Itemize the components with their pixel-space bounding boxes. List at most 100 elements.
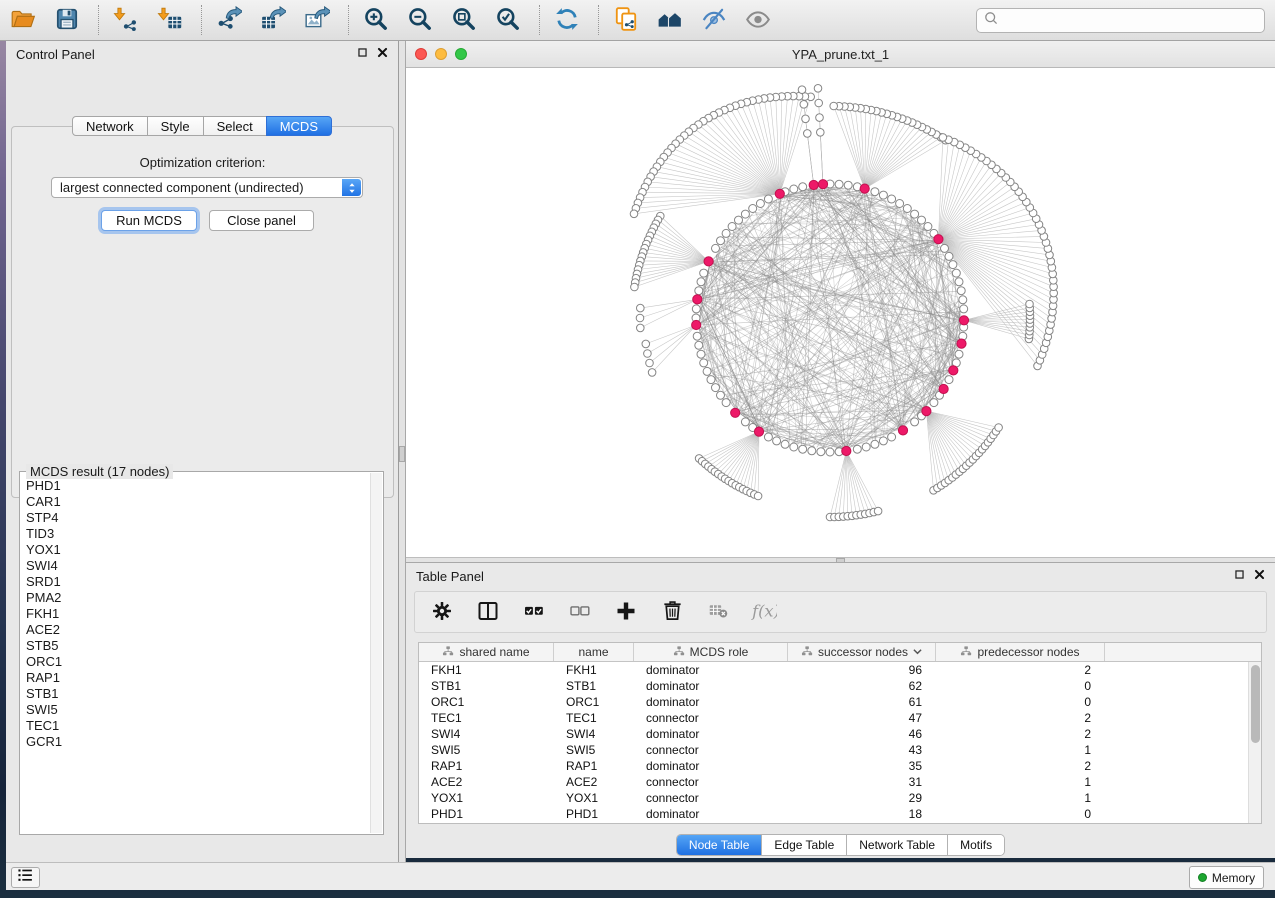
table-cell: SWI5 (419, 742, 554, 758)
clear-checks-icon (569, 600, 591, 625)
mcds-result-item[interactable]: PMA2 (23, 590, 369, 606)
table-cell: 61 (788, 694, 936, 710)
table-row[interactable]: PHD1PHD1dominator180 (419, 806, 1261, 822)
memory-status-icon (1198, 873, 1207, 882)
mcds-result-item[interactable]: TID3 (23, 526, 369, 542)
table-row[interactable]: STB1STB1dominator620 (419, 678, 1261, 694)
export-table-button[interactable] (256, 3, 290, 37)
column-label: shared name (459, 645, 529, 659)
table-scrollbar[interactable] (1248, 662, 1261, 823)
main-toolbar (0, 0, 1275, 41)
mcds-result-item[interactable]: SRD1 (23, 574, 369, 590)
show-details-button[interactable] (741, 3, 775, 37)
mcds-result-item[interactable]: ACE2 (23, 622, 369, 638)
table-cell: dominator (634, 806, 788, 822)
tab-motifs[interactable]: Motifs (948, 835, 1004, 855)
gear-button[interactable] (427, 597, 457, 627)
column-header-predecessor-nodes[interactable]: predecessor nodes (936, 643, 1105, 661)
add-column-button[interactable] (611, 597, 641, 627)
tab-mcds[interactable]: MCDS (266, 116, 332, 136)
table-row[interactable]: ORC1ORC1dominator610 (419, 694, 1261, 710)
column-label: name (578, 645, 608, 659)
table-cell: ACE2 (554, 774, 634, 790)
table-cell: 43 (788, 742, 936, 758)
mcds-result-item[interactable]: GCR1 (23, 734, 369, 750)
tab-select[interactable]: Select (203, 116, 267, 136)
close-panel-button[interactable]: Close panel (209, 210, 314, 231)
mcds-result-item[interactable]: SWI4 (23, 558, 369, 574)
mcds-result-item[interactable]: YOX1 (23, 542, 369, 558)
mcds-result-item[interactable]: CAR1 (23, 494, 369, 510)
column-header-shared-name[interactable]: shared name (419, 643, 554, 661)
float-panel-icon[interactable] (357, 45, 368, 63)
table-row[interactable]: RAP1RAP1dominator352 (419, 758, 1261, 774)
status-bar: Memory (6, 862, 1275, 890)
table-row[interactable]: SWI5SWI5connector431 (419, 742, 1261, 758)
float-panel-icon[interactable] (1234, 567, 1245, 585)
splitter-grip[interactable] (399, 446, 405, 462)
zoom-in-button[interactable] (359, 3, 393, 37)
run-mcds-button[interactable]: Run MCDS (101, 210, 197, 231)
vertical-splitter[interactable] (399, 41, 406, 862)
tab-style[interactable]: Style (147, 116, 204, 136)
export-image-button[interactable] (300, 3, 334, 37)
tab-edge-table[interactable]: Edge Table (762, 835, 847, 855)
save-button[interactable] (50, 3, 84, 37)
mcds-result-item[interactable]: ORC1 (23, 654, 369, 670)
optimization-criterion-select[interactable]: largest connected component (undirected) (51, 177, 363, 198)
export-network-button[interactable] (212, 3, 246, 37)
delete-column-button[interactable] (657, 597, 687, 627)
zoom-selected-button[interactable] (491, 3, 525, 37)
tab-network[interactable]: Network (72, 116, 148, 136)
tab-node-table[interactable]: Node Table (677, 835, 763, 855)
add-column-icon (614, 599, 638, 626)
search-input[interactable] (1004, 13, 1264, 28)
table-scrollbar-thumb[interactable] (1251, 665, 1260, 743)
memory-button[interactable]: Memory (1189, 866, 1264, 889)
mcds-result-item[interactable]: RAP1 (23, 670, 369, 686)
split-columns-button[interactable] (473, 597, 503, 627)
mcds-result-item[interactable]: STB5 (23, 638, 369, 654)
hide-details-button[interactable] (697, 3, 731, 37)
import-table-button[interactable] (153, 3, 187, 37)
table-cell: YOX1 (419, 790, 554, 806)
export-table-icon (260, 6, 286, 35)
zoom-out-icon (407, 6, 433, 35)
clone-network-icon (613, 6, 639, 35)
zoom-fit-button[interactable] (447, 3, 481, 37)
close-panel-icon[interactable] (377, 45, 388, 63)
close-panel-icon[interactable] (1254, 567, 1265, 585)
table-row[interactable]: FKH1FKH1dominator962 (419, 662, 1261, 678)
import-network-button[interactable] (109, 3, 143, 37)
column-header-MCDS-role[interactable]: MCDS role (634, 643, 788, 661)
clear-checks-button[interactable] (565, 597, 595, 627)
mcds-result-group: MCDS result (17 nodes) PHD1CAR1STP4TID3Y… (19, 471, 384, 835)
select-all-checks-button[interactable] (519, 597, 549, 627)
mcds-result-item[interactable]: SWI5 (23, 702, 369, 718)
network-canvas[interactable] (406, 68, 1275, 557)
tab-network-table[interactable]: Network Table (847, 835, 948, 855)
homes-button[interactable] (653, 3, 687, 37)
refresh-button[interactable] (550, 3, 584, 37)
clone-network-button[interactable] (609, 3, 643, 37)
mcds-result-item[interactable]: TEC1 (23, 718, 369, 734)
table-row[interactable]: SWI4SWI4dominator462 (419, 726, 1261, 742)
task-history-button[interactable] (11, 867, 40, 888)
mcds-list-scrollbar[interactable] (370, 473, 382, 833)
column-header-successor-nodes[interactable]: successor nodes (788, 643, 936, 661)
control-panel-header: Control Panel (6, 41, 398, 67)
zoom-out-button[interactable] (403, 3, 437, 37)
function-builder-button: f(x) (749, 597, 779, 627)
mcds-result-item[interactable]: STP4 (23, 510, 369, 526)
column-header-name[interactable]: name (554, 643, 634, 661)
table-row[interactable]: YOX1YOX1connector291 (419, 790, 1261, 806)
shared-column-icon (801, 645, 813, 660)
mcds-result-item[interactable]: FKH1 (23, 606, 369, 622)
table-cell: connector (634, 774, 788, 790)
mcds-result-item[interactable]: STB1 (23, 686, 369, 702)
table-row[interactable]: TEC1TEC1connector472 (419, 710, 1261, 726)
table-cell: 96 (788, 662, 936, 678)
mcds-result-item[interactable]: PHD1 (23, 478, 369, 494)
open-folder-button[interactable] (6, 3, 40, 37)
table-row[interactable]: ACE2ACE2connector311 (419, 774, 1261, 790)
